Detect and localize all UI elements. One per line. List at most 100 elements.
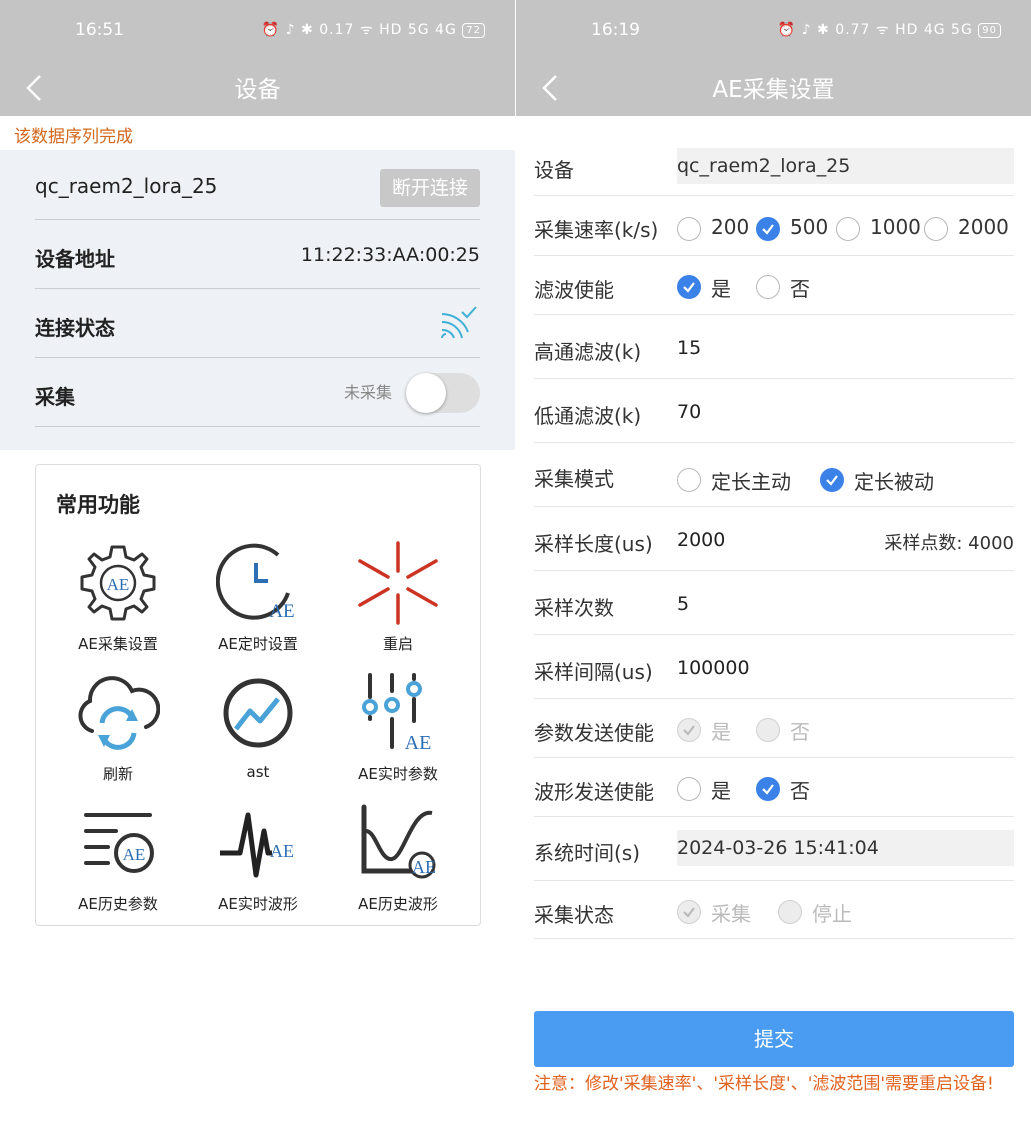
acquisition-state-row: 采集状态 采集 停止 — [534, 881, 1014, 939]
radio-unchecked-icon — [756, 275, 780, 299]
function-ae-acquisition-settings[interactable]: AE AE采集设置 — [48, 541, 188, 667]
burst-icon — [358, 541, 438, 625]
radio-label: 是 — [711, 277, 731, 301]
highpass-label: 高通滤波(k) — [534, 340, 642, 364]
clock-ae-icon: AE — [216, 543, 295, 622]
radio-label: 是 — [711, 720, 731, 744]
acquisition-mode-label: 采集模式 — [534, 467, 614, 491]
radio-disabled-checked-icon — [677, 900, 701, 924]
radio-checked-icon — [820, 468, 844, 492]
submit-button[interactable]: 提交 — [534, 1011, 1014, 1067]
device-name-row: qc_raem2_lora_25 断开连接 — [35, 152, 480, 220]
device-screen: 16:51 ⏰ ♪ ✱ 0.17 ᯤ HD 5G 4G 72 设备 该数据序列完… — [0, 0, 515, 1145]
radio-checked-icon — [756, 777, 780, 801]
radio-label: 1000 — [870, 215, 921, 239]
radio-label: 定长主动 — [711, 470, 791, 494]
wave-send-label: 波形发送使能 — [534, 780, 654, 804]
function-ae-realtime-params[interactable]: AE AE实时参数 — [328, 671, 468, 797]
radio-unchecked-icon — [924, 217, 948, 241]
acquisition-mode-row: 采集模式 定长主动 定长被动 — [534, 443, 1014, 507]
function-label: 刷新 — [102, 765, 133, 783]
collect-label: 采集 — [35, 385, 75, 409]
ae-settings-screen: 16:19 ⏰ ♪ ✱ 0.77 ᯤ HD 4G 5G 90 AE采集设置 设备… — [516, 0, 1031, 1145]
function-ae-realtime-waveform[interactable]: AE AE实时波形 — [188, 801, 328, 927]
function-restart[interactable]: 重启 — [328, 541, 468, 667]
device-address-row: 设备地址 11:22:33:AA:00:25 — [35, 221, 480, 289]
restart-warning-note: 注意：修改'采集速率'、'采样长度'、'滤波范围'需要重启设备! — [534, 1074, 994, 1094]
svg-text:AE: AE — [123, 845, 146, 864]
function-label: 重启 — [382, 635, 413, 653]
function-label: AE采集设置 — [78, 635, 158, 653]
common-functions-card: 常用功能 AE AE采集设置 AE AE定时设置 重启 刷新 ast AE AE… — [35, 464, 481, 926]
highpass-input[interactable]: 15 — [677, 337, 701, 359]
top-bar: 16:51 ⏰ ♪ ✱ 0.17 ᯤ HD 5G 4G 72 设备 — [0, 0, 515, 116]
radio-label: 否 — [790, 277, 810, 301]
curve-ae-icon: AE — [361, 804, 436, 879]
lowpass-input[interactable]: 70 — [677, 401, 701, 423]
page-title: AE采集设置 — [712, 77, 835, 103]
trend-circle-icon — [223, 678, 293, 748]
device-field[interactable]: qc_raem2_lora_25 — [677, 148, 1014, 184]
sample-length-row: 采样长度(us) 2000 采样点数: 4000 — [534, 507, 1014, 571]
device-address-value: 11:22:33:AA:00:25 — [300, 244, 480, 266]
gear-ae-icon: AE — [80, 545, 156, 621]
device-row: 设备 qc_raem2_lora_25 — [534, 140, 1014, 196]
connected-signal-icon — [441, 306, 477, 339]
radio-label: 停止 — [812, 902, 852, 926]
device-address-label: 设备地址 — [35, 247, 115, 271]
radio-disabled-icon — [756, 718, 780, 742]
status-icons: ⏰ ♪ ✱ 0.77 ᯤ HD 4G 5G 90 — [778, 20, 1001, 39]
function-label: AE历史参数 — [78, 895, 158, 913]
collect-toggle[interactable] — [406, 373, 480, 413]
lowpass-label: 低通滤波(k) — [534, 404, 642, 428]
param-send-label: 参数发送使能 — [534, 721, 654, 745]
sample-count-row: 采样次数 5 — [534, 571, 1014, 635]
page-title: 设备 — [234, 77, 281, 103]
device-info-panel: qc_raem2_lora_25 断开连接 设备地址 11:22:33:AA:0… — [0, 150, 515, 450]
status-icons: ⏰ ♪ ✱ 0.17 ᯤ HD 5G 4G 72 — [262, 20, 485, 39]
wave-send-row: 波形发送使能 是 否 — [534, 758, 1014, 817]
status-icons-text: ⏰ ♪ ✱ 0.17 ᯤ HD 5G 4G — [261, 22, 457, 38]
top-bar: 16:19 ⏰ ♪ ✱ 0.77 ᯤ HD 4G 5G 90 AE采集设置 — [516, 0, 1031, 116]
sample-interval-input[interactable]: 100000 — [677, 657, 750, 679]
radio-label: 是 — [711, 779, 731, 803]
radio-disabled-checked-icon — [677, 718, 701, 742]
sample-interval-row: 采样间隔(us) 100000 — [534, 635, 1014, 699]
acquisition-state-label: 采集状态 — [534, 903, 614, 927]
radio-label: 500 — [790, 215, 829, 239]
radio-label: 采集 — [711, 902, 751, 926]
radio-unchecked-icon — [836, 217, 860, 241]
collect-row: 采集 未采集 — [35, 359, 480, 427]
system-time-row: 系统时间(s) 2024-03-26 15:41:04 — [534, 817, 1014, 881]
function-ae-timer-settings[interactable]: AE AE定时设置 — [188, 541, 328, 667]
device-field-value: qc_raem2_lora_25 — [677, 155, 851, 177]
sample-count-input[interactable]: 5 — [677, 593, 689, 615]
radio-label: 200 — [711, 215, 750, 239]
radio-label: 否 — [790, 779, 810, 803]
sliders-ae-icon: AE — [362, 673, 431, 754]
collect-state-label: 未采集 — [343, 383, 392, 402]
function-ae-history-waveform[interactable]: AE AE历史波形 — [328, 801, 468, 927]
svg-text:AE: AE — [412, 857, 436, 877]
title-bar: 设备 — [0, 64, 515, 116]
radio-unchecked-icon — [677, 468, 701, 492]
function-refresh[interactable]: 刷新 — [48, 671, 188, 797]
radio-label: 2000 — [958, 215, 1009, 239]
wave-ae-icon: AE — [220, 812, 294, 878]
system-time-field[interactable]: 2024-03-26 15:41:04 — [677, 830, 1014, 866]
title-bar: AE采集设置 — [516, 64, 1031, 116]
radio-checked-icon — [756, 217, 780, 241]
function-ae-history-params[interactable]: AE AE历史参数 — [48, 801, 188, 927]
sample-rate-label: 采集速率(k/s) — [534, 218, 659, 242]
system-time-label: 系统时间(s) — [534, 841, 641, 865]
function-ast[interactable]: ast — [188, 671, 328, 797]
disconnect-button[interactable]: 断开连接 — [379, 169, 480, 207]
sample-length-input[interactable]: 2000 — [677, 529, 725, 551]
radio-label: 定长被动 — [854, 470, 934, 494]
connection-status-row: 连接状态 — [35, 290, 480, 358]
function-label: AE实时参数 — [358, 765, 438, 783]
battery-icon: 90 — [978, 22, 1001, 38]
cloud-refresh-icon — [78, 676, 160, 750]
radio-disabled-icon — [778, 900, 802, 924]
svg-text:AE: AE — [269, 601, 294, 622]
